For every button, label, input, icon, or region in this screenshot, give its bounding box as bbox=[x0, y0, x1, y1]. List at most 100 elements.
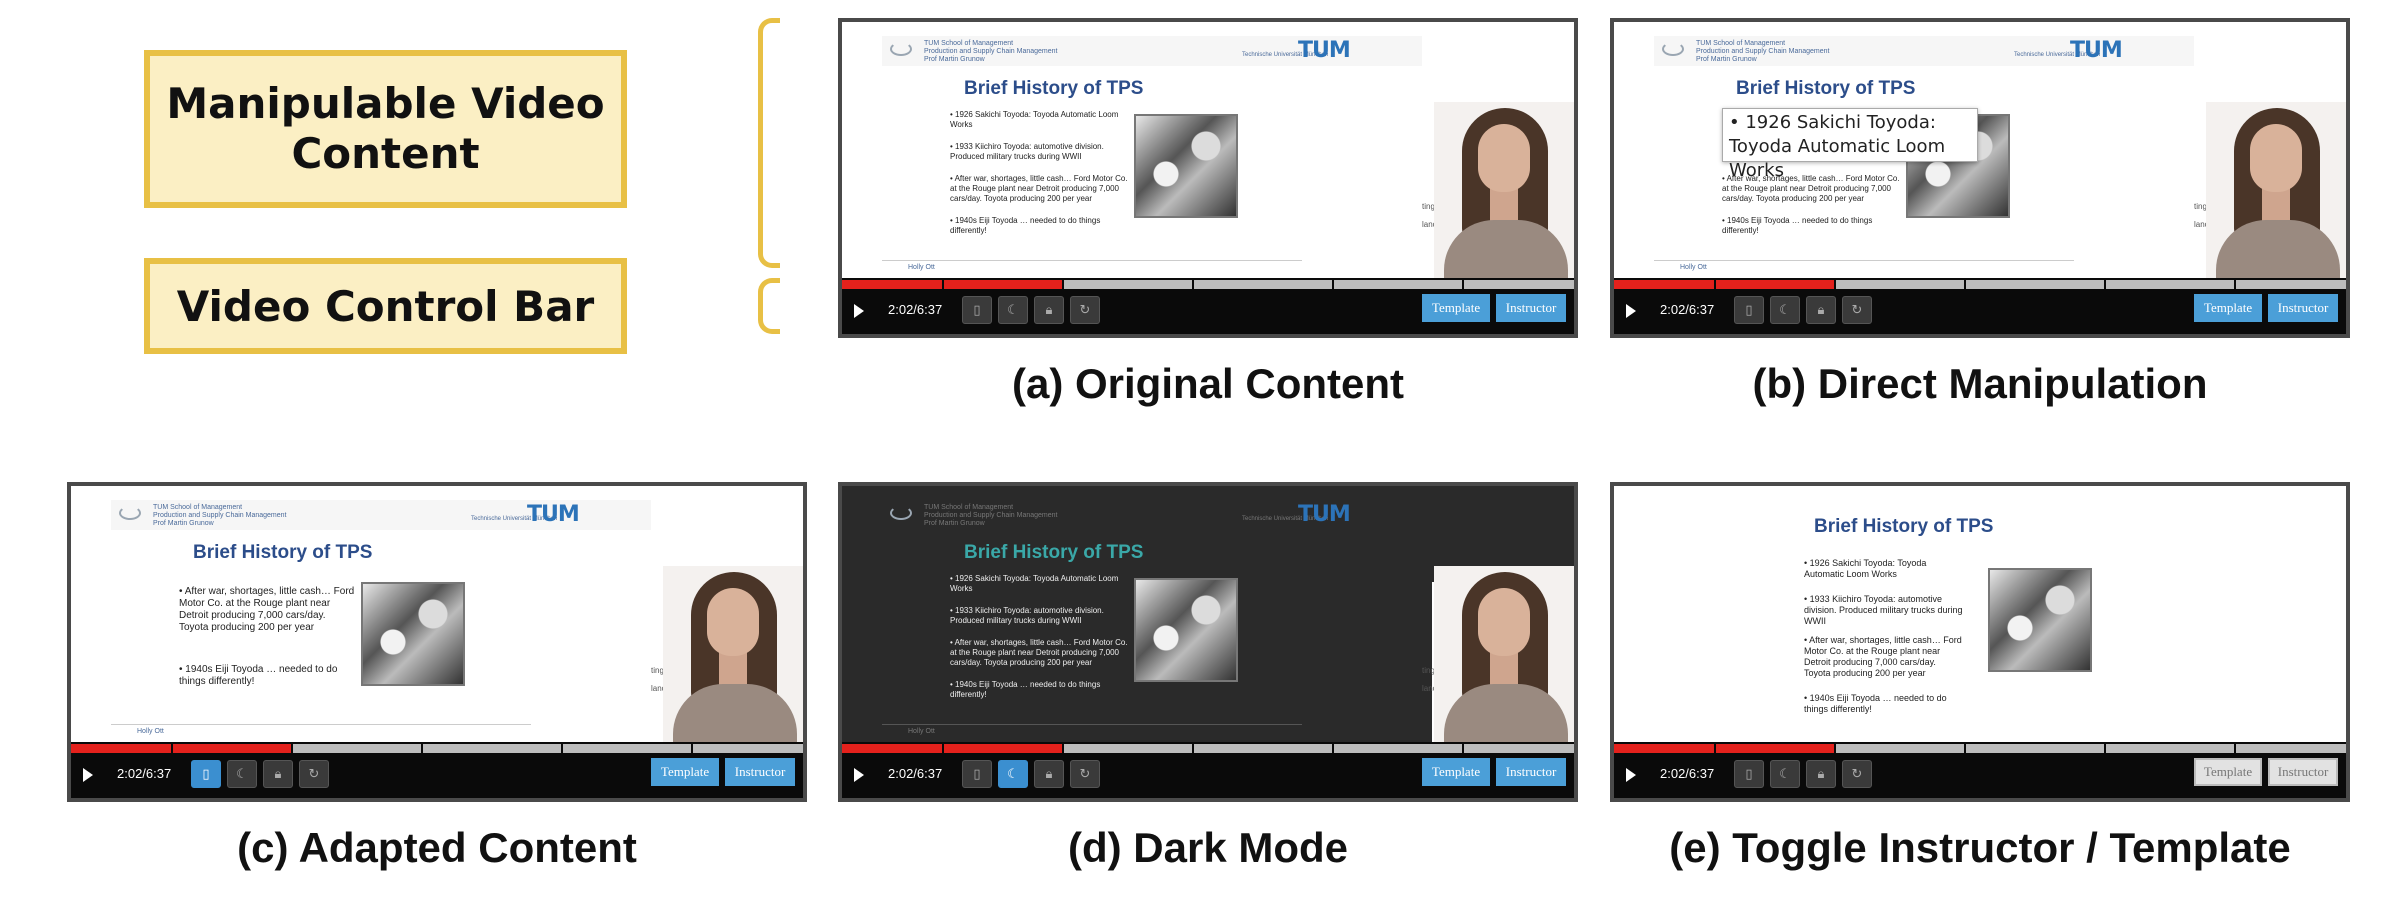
footer-text: Holly Ott bbox=[137, 728, 164, 735]
lock-icon[interactable]: 🔒︎ bbox=[1034, 296, 1064, 324]
slide-title: Brief History of TPS bbox=[1736, 78, 1916, 99]
bullet[interactable]: • After war, shortages, little cash… For… bbox=[1804, 635, 1964, 679]
slide-header: TUM School of Management Production and … bbox=[111, 500, 651, 530]
video-content[interactable]: TUM School of Management Production and … bbox=[71, 486, 803, 742]
bullet[interactable]: • 1940s Eiji Toyoda … needed to do thing… bbox=[1722, 216, 1902, 236]
lock-icon[interactable]: 🔒︎ bbox=[1034, 760, 1064, 788]
header-line: Production and Supply Chain Management bbox=[924, 512, 1058, 519]
play-icon[interactable] bbox=[854, 304, 864, 318]
footer-divider bbox=[882, 260, 1302, 261]
bullet[interactable]: • 1926 Sakichi Toyoda: Toyoda Automatic … bbox=[950, 110, 1130, 130]
slide-title: Brief History of TPS bbox=[1814, 516, 1994, 537]
header-line: TUM School of Management bbox=[924, 504, 1014, 511]
caption-toggle-instructor-template: (e) Toggle Instructor / Template bbox=[1669, 824, 2291, 871]
progress-bar[interactable] bbox=[1614, 280, 2346, 289]
template-button[interactable]: Template bbox=[2194, 294, 2262, 322]
moon-icon[interactable]: ☾ bbox=[1770, 760, 1800, 788]
video-content[interactable]: TUM School of Management Production and … bbox=[1614, 22, 2346, 278]
template-button[interactable]: Template bbox=[2194, 758, 2262, 786]
bullet[interactable]: • 1940s Eiji Toyoda … needed to do thing… bbox=[1804, 693, 1964, 715]
mobile-icon[interactable]: ▯ bbox=[1734, 296, 1764, 324]
reset-icon[interactable]: ↻ bbox=[1842, 296, 1872, 324]
bullet[interactable]: • 1940s Eiji Toyoda … needed to do thing… bbox=[179, 664, 355, 688]
historical-photo[interactable] bbox=[361, 582, 465, 686]
footer-text: Holly Ott bbox=[908, 728, 935, 735]
video-content[interactable]: Brief History of TPS • 1926 Sakichi Toyo… bbox=[1614, 486, 2346, 742]
reset-icon[interactable]: ↻ bbox=[299, 760, 329, 788]
footer-divider bbox=[111, 724, 531, 725]
historical-photo[interactable] bbox=[1134, 578, 1238, 682]
header-line: Production and Supply Chain Management bbox=[924, 48, 1058, 55]
bullet[interactable]: • 1933 Kiichiro Toyoda: automotive divis… bbox=[950, 142, 1130, 162]
tum-logo: TUM bbox=[1298, 502, 1351, 527]
bullet[interactable]: • After war, shortages, little cash… For… bbox=[950, 638, 1130, 668]
video-control-bar: 2:02/6:37 ▯ ☾ 🔒︎ ↻ Template Instructor bbox=[842, 742, 1574, 798]
reset-icon[interactable]: ↻ bbox=[1070, 296, 1100, 324]
video-control-bar: 2:02/6:37 ▯ ☾ 🔒︎ ↻ Template Instructor bbox=[1614, 742, 2346, 798]
bullet[interactable]: • 1940s Eiji Toyoda … needed to do thing… bbox=[950, 216, 1130, 236]
play-icon[interactable] bbox=[1626, 304, 1636, 318]
bullet[interactable]: • After war, shortages, little cash… For… bbox=[950, 174, 1130, 204]
instructor-video[interactable] bbox=[2206, 102, 2346, 278]
caption-dark-mode: (d) Dark Mode bbox=[1067, 824, 1348, 871]
header-line: Prof Martin Grunow bbox=[924, 520, 985, 527]
bullet[interactable]: • 1926 Sakichi Toyoda: Toyoda Automatic … bbox=[950, 574, 1130, 594]
header-line: TUM School of Management bbox=[153, 504, 243, 511]
progress-bar[interactable] bbox=[1614, 744, 2346, 753]
video-content[interactable]: TUM School of Management Production and … bbox=[842, 22, 1574, 278]
moon-icon[interactable]: ☾ bbox=[1770, 296, 1800, 324]
progress-bar[interactable] bbox=[842, 744, 1574, 753]
instructor-video[interactable] bbox=[1434, 102, 1574, 278]
progress-bar[interactable] bbox=[71, 744, 803, 753]
bullet[interactable]: • 1933 Kiichiro Toyoda: automotive divis… bbox=[950, 606, 1130, 626]
reset-icon[interactable]: ↻ bbox=[1842, 760, 1872, 788]
instructor-button[interactable]: Instructor bbox=[2268, 294, 2338, 322]
mobile-icon[interactable]: ▯ bbox=[1734, 760, 1764, 788]
template-button[interactable]: Template bbox=[651, 758, 719, 786]
lock-icon[interactable]: 🔒︎ bbox=[1806, 296, 1836, 324]
footer-divider bbox=[1654, 260, 2074, 261]
tum-school-logo-icon bbox=[1662, 42, 1684, 56]
instructor-button[interactable]: Instructor bbox=[1496, 294, 1566, 322]
historical-photo[interactable] bbox=[1988, 568, 2092, 672]
slide-header: TUM School of Management Production and … bbox=[1654, 36, 2194, 66]
instructor-button[interactable]: Instructor bbox=[2268, 758, 2338, 786]
panel-original-content: TUM School of Management Production and … bbox=[838, 18, 1578, 338]
mobile-icon[interactable]: ▯ bbox=[962, 296, 992, 324]
play-icon[interactable] bbox=[854, 768, 864, 782]
slide-title: Brief History of TPS bbox=[964, 542, 1144, 563]
template-button[interactable]: Template bbox=[1422, 758, 1490, 786]
instructor-video[interactable] bbox=[663, 566, 803, 742]
footer-text: Holly Ott bbox=[1680, 264, 1707, 271]
reset-icon[interactable]: ↻ bbox=[1070, 760, 1100, 788]
instructor-button[interactable]: Instructor bbox=[725, 758, 795, 786]
instructor-video[interactable] bbox=[1434, 566, 1574, 742]
header-line: Production and Supply Chain Management bbox=[1696, 48, 1830, 55]
caption-direct-manipulation: (b) Direct Manipulation bbox=[1752, 360, 2208, 407]
moon-icon[interactable]: ☾ bbox=[227, 760, 257, 788]
lock-icon[interactable]: 🔒︎ bbox=[1806, 760, 1836, 788]
lock-icon[interactable]: 🔒︎ bbox=[263, 760, 293, 788]
header-line: Prof Martin Grunow bbox=[153, 520, 214, 527]
bullet[interactable]: • 1933 Kiichiro Toyoda: automotive divis… bbox=[1804, 594, 1964, 627]
bullet[interactable]: • 1926 Sakichi Toyoda: Toyoda Automatic … bbox=[1804, 558, 1964, 580]
historical-photo[interactable] bbox=[1134, 114, 1238, 218]
enlarged-bullet-overlay[interactable]: • 1926 Sakichi Toyoda: Toyoda Automatic … bbox=[1722, 108, 1978, 181]
play-icon[interactable] bbox=[1626, 768, 1636, 782]
template-button[interactable]: Template bbox=[1422, 294, 1490, 322]
time-display: 2:02/6:37 bbox=[1660, 302, 1715, 317]
time-display: 2:02/6:37 bbox=[888, 302, 943, 317]
instructor-button[interactable]: Instructor bbox=[1496, 758, 1566, 786]
play-icon[interactable] bbox=[83, 768, 93, 782]
bullet[interactable]: • After war, shortages, little cash… For… bbox=[179, 586, 355, 634]
mobile-icon[interactable]: ▯ bbox=[191, 760, 221, 788]
time-display: 2:02/6:37 bbox=[1660, 766, 1715, 781]
moon-icon[interactable]: ☾ bbox=[998, 760, 1028, 788]
moon-icon[interactable]: ☾ bbox=[998, 296, 1028, 324]
mobile-icon[interactable]: ▯ bbox=[962, 760, 992, 788]
progress-bar[interactable] bbox=[842, 280, 1574, 289]
bullet[interactable]: • 1940s Eiji Toyoda … needed to do thing… bbox=[950, 680, 1130, 700]
video-content[interactable]: TUM School of Management Production and … bbox=[842, 486, 1574, 742]
bullet-list: • 1926 Sakichi Toyoda: Toyoda Automatic … bbox=[950, 574, 1130, 712]
progress-fill bbox=[1614, 280, 1834, 289]
